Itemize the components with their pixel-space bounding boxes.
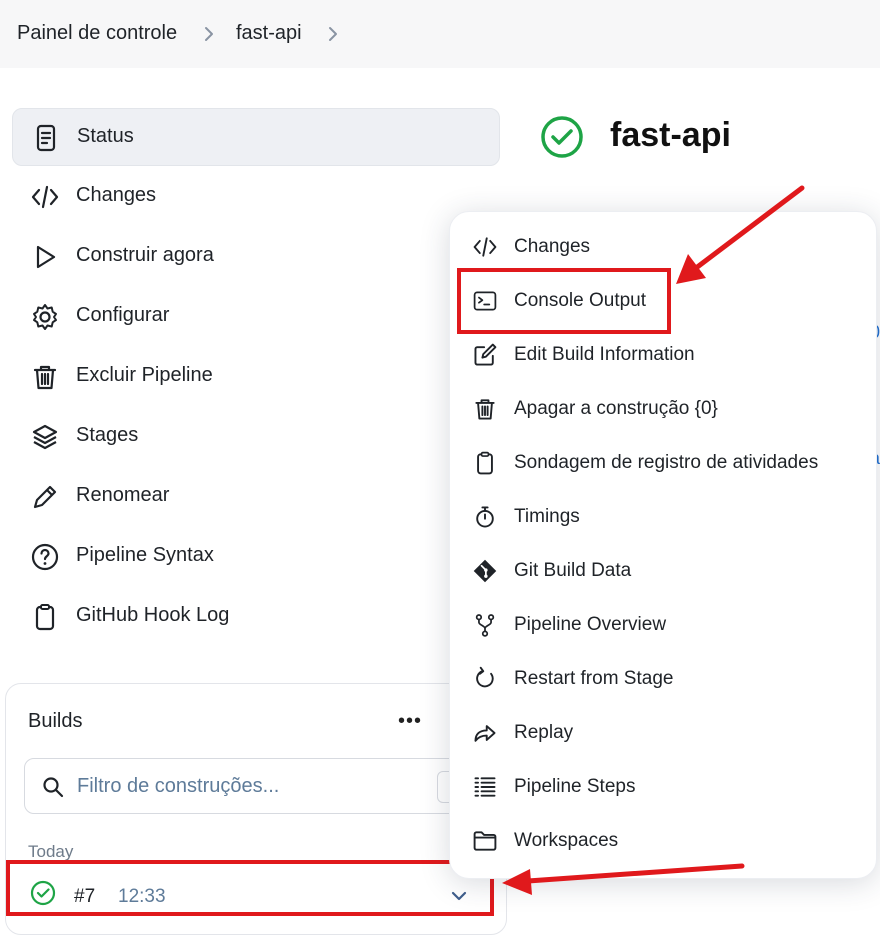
annotation-arrow [676,185,805,284]
annotation-arrow [502,863,745,895]
annotation-arrows [502,185,805,895]
